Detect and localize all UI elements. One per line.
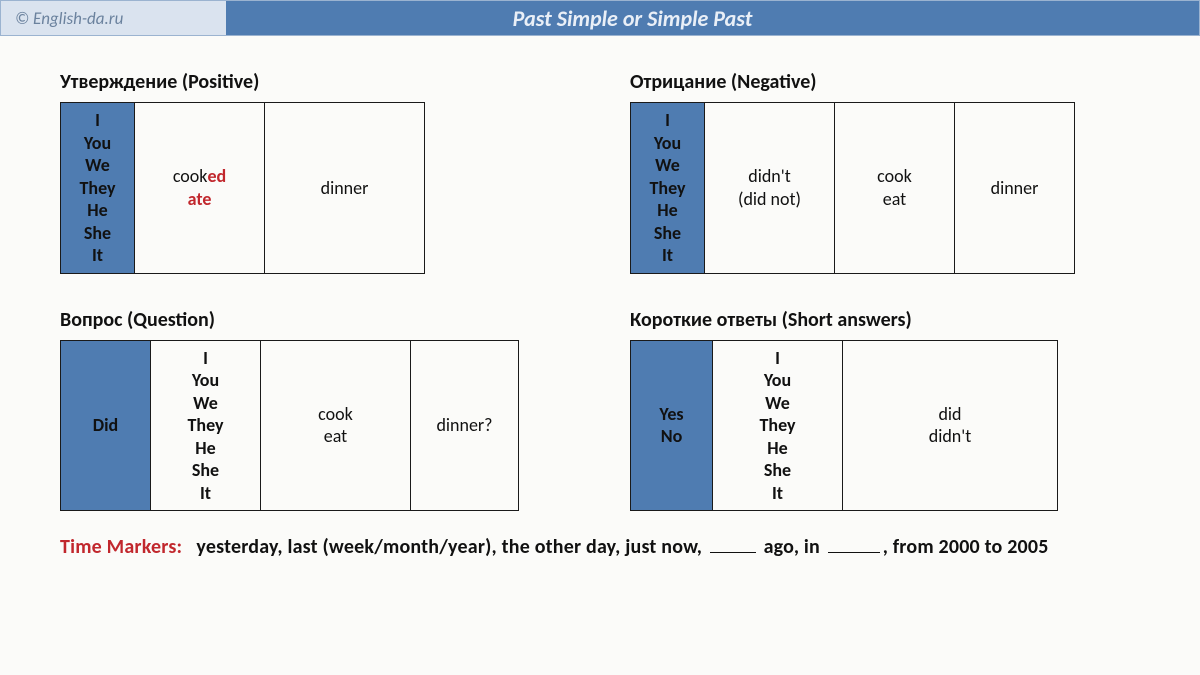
section-negative: Отрицание (Negative) I You We They He Sh… [630,70,1140,274]
positive-object: dinner [265,103,425,274]
pronoun-we: We [723,392,832,415]
short-no: No [632,425,711,448]
verb-cook: cook [836,165,953,188]
pronoun-i: I [641,109,694,132]
pronoun-they: They [723,414,832,437]
short-pronouns: I You We They He She It [713,340,843,511]
site-credit: © English-da.ru [1,1,226,35]
pronoun-he: He [641,199,694,222]
header-bar: © English-da.ru Past Simple or Simple Pa… [0,0,1200,36]
page-title: Past Simple or Simple Past [226,1,1199,35]
pronoun-it: It [71,244,124,267]
pronoun-we: We [71,154,124,177]
marker-yesterday: yesterday, [196,535,282,559]
negative-title: Отрицание (Negative) [630,70,1140,94]
pronoun-they: They [161,414,250,437]
aux-didnot: (did not) [706,188,833,211]
short-yes: Yes [632,403,711,426]
verb-cook-stem: cook [173,165,208,187]
pronoun-they: They [71,177,124,200]
pronoun-he: He [71,199,124,222]
pronoun-they: They [641,177,694,200]
negative-pronouns: I You We They He She It [631,103,705,274]
question-table: Did I You We They He She It cook eat din… [60,340,519,512]
pronoun-you: You [723,369,832,392]
markers-label: Time Markers: [60,535,182,559]
short-yesno: Yes No [631,340,713,511]
negative-aux: didn't (did not) [705,103,835,274]
question-title: Вопрос (Question) [60,308,570,332]
verb-eat: eat [836,188,953,211]
short-did: did [844,403,1056,426]
marker-in-prefix: in [804,535,820,559]
negative-verb: cook eat [835,103,955,274]
negative-table: I You We They He She It didn't (did not)… [630,102,1075,274]
pronoun-he: He [161,437,250,460]
marker-ago-suffix: ago, [764,535,800,559]
pronoun-you: You [71,132,124,155]
section-question: Вопрос (Question) Did I You We They He S… [60,308,570,512]
pronoun-he: He [723,437,832,460]
verb-cook: cook [262,403,409,426]
pronoun-she: She [161,459,250,482]
short-title: Короткие ответы (Short answers) [630,308,1140,332]
pronoun-it: It [161,482,250,505]
positive-verb: cooked ate [135,103,265,274]
positive-table: I You We They He She It cooked ate dinne… [60,102,425,274]
blank-in [828,536,880,553]
negative-object: dinner [955,103,1075,274]
pronoun-we: We [161,392,250,415]
question-object: dinner? [411,340,519,511]
question-verb: cook eat [261,340,411,511]
verb-cook-suffix: ed [207,165,226,187]
blank-ago [710,536,756,553]
question-aux: Did [61,340,151,511]
pronoun-it: It [641,244,694,267]
section-positive: Утверждение (Positive) I You We They He … [60,70,570,274]
pronoun-she: She [723,459,832,482]
verb-eat: eat [262,425,409,448]
marker-justnow: just now, [625,535,702,559]
positive-pronouns: I You We They He She It [61,103,135,274]
question-pronouns: I You We They He She It [151,340,261,511]
short-table: Yes No I You We They He She It did didn'… [630,340,1058,512]
verb-ate: ate [136,188,263,211]
pronoun-you: You [641,132,694,155]
marker-in-suffix: , [883,535,888,559]
main-grid: Утверждение (Positive) I You We They He … [0,36,1200,511]
marker-from-to: from 2000 to 2005 [893,535,1049,559]
pronoun-i: I [71,109,124,132]
pronoun-she: She [641,222,694,245]
section-short: Короткие ответы (Short answers) Yes No I… [630,308,1140,512]
pronoun-it: It [723,482,832,505]
time-markers-line: Time Markers: yesterday, last (week/mont… [0,511,1200,559]
pronoun-we: We [641,154,694,177]
pronoun-she: She [71,222,124,245]
pronoun-i: I [161,347,250,370]
short-answer: did didn't [843,340,1058,511]
marker-last: last (week/month/year), [288,535,497,559]
pronoun-i: I [723,347,832,370]
pronoun-you: You [161,369,250,392]
short-didnt: didn't [844,425,1056,448]
positive-title: Утверждение (Positive) [60,70,570,94]
marker-otherday: the other day, [502,535,621,559]
aux-didnt: didn't [706,165,833,188]
